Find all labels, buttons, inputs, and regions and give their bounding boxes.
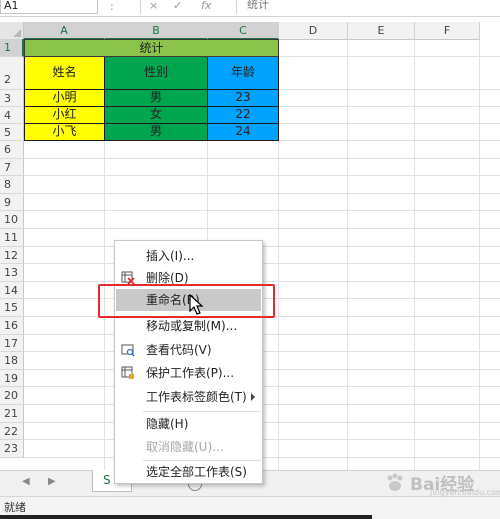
status-text: 就绪 bbox=[4, 501, 26, 514]
table-cell[interactable]: 男 bbox=[105, 90, 208, 107]
menu-item-tab-color[interactable]: 工作表标签颜色(T) bbox=[116, 386, 261, 408]
row-header-7[interactable]: 7 bbox=[0, 158, 24, 177]
menu-item-view-code[interactable]: 查看代码(V) bbox=[116, 339, 261, 361]
row-header-16[interactable]: 16 bbox=[0, 317, 24, 335]
table-cell[interactable]: 女 bbox=[105, 107, 208, 124]
watermark-subtext: jingyan.baidu.com bbox=[430, 488, 500, 497]
header-cell-gender[interactable]: 性别 bbox=[105, 57, 208, 90]
row-header-10[interactable]: 10 bbox=[0, 211, 24, 229]
menu-separator bbox=[143, 411, 261, 412]
row-header-15[interactable]: 15 bbox=[0, 299, 24, 317]
row-header-21[interactable]: 21 bbox=[0, 405, 24, 423]
formula-bar: A1 : × ✓ fx 统计 bbox=[0, 0, 500, 17]
prev-sheet-icon[interactable]: ◀ bbox=[22, 476, 30, 487]
cancel-icon[interactable]: × bbox=[149, 0, 158, 12]
column-header-d[interactable]: D bbox=[279, 22, 348, 40]
menu-item-select-all-sheets[interactable]: 选定全部工作表(S) bbox=[116, 461, 261, 483]
grid-column-line bbox=[479, 40, 480, 470]
grid-row-line bbox=[24, 157, 500, 159]
header-cell-age[interactable]: 年龄 bbox=[208, 57, 279, 90]
row-header-18[interactable]: 18 bbox=[0, 352, 24, 370]
table-cell[interactable]: 小明 bbox=[24, 90, 105, 107]
table-cell[interactable]: 22 bbox=[208, 107, 279, 124]
row-header-8[interactable]: 8 bbox=[0, 176, 24, 194]
grid-column-line bbox=[414, 40, 415, 470]
row-header-2[interactable]: 2 bbox=[0, 57, 24, 90]
submenu-arrow-icon bbox=[251, 393, 255, 401]
grid-row-line bbox=[24, 228, 500, 229]
formula-bar-separator: : bbox=[110, 0, 114, 13]
next-sheet-icon[interactable]: ▶ bbox=[48, 476, 56, 487]
menu-item-insert[interactable]: 插入(I)... bbox=[116, 245, 261, 267]
row-header-14[interactable]: 14 bbox=[0, 281, 24, 300]
table-cell[interactable]: 24 bbox=[208, 124, 279, 141]
grid-row-line bbox=[24, 175, 500, 177]
column-header-e[interactable]: E bbox=[348, 22, 415, 40]
row-header-19[interactable]: 19 bbox=[0, 369, 24, 388]
delete-sheet-icon bbox=[121, 271, 135, 285]
highlight-annotation-box bbox=[98, 284, 275, 318]
paw-logo-icon bbox=[387, 473, 403, 491]
grid-row-line bbox=[24, 192, 500, 194]
row-header-22[interactable]: 22 bbox=[0, 422, 24, 441]
row-header-23[interactable]: 23 bbox=[0, 440, 24, 458]
row-header-1[interactable]: 1 bbox=[0, 39, 24, 57]
name-box[interactable]: A1 bbox=[0, 0, 98, 14]
menu-item-move-copy[interactable]: 移动或复制(M)... bbox=[116, 315, 261, 337]
insert-function-icon[interactable]: fx bbox=[201, 0, 211, 12]
baidu-watermark: Bai经验 jingyan.baidu.com bbox=[384, 468, 500, 500]
row-header-5[interactable]: 5 bbox=[0, 124, 24, 141]
column-header-a[interactable]: A bbox=[24, 22, 105, 40]
menu-item-unhide: 取消隐藏(U)... bbox=[146, 440, 224, 454]
menu-item-hide[interactable]: 隐藏(H) bbox=[116, 413, 261, 435]
formula-input[interactable]: 统计 bbox=[236, 0, 500, 14]
confirm-icon[interactable]: ✓ bbox=[173, 0, 182, 12]
table-cell[interactable]: 小红 bbox=[24, 107, 105, 124]
row-header-9[interactable]: 9 bbox=[0, 193, 24, 212]
row-header-20[interactable]: 20 bbox=[0, 387, 24, 405]
status-bar-strip bbox=[0, 515, 372, 519]
grid-column-line bbox=[347, 40, 348, 470]
protect-sheet-icon bbox=[121, 366, 134, 379]
table-cell[interactable]: 23 bbox=[208, 90, 279, 107]
row-header-13[interactable]: 13 bbox=[0, 264, 24, 282]
column-header-b[interactable]: B bbox=[105, 22, 208, 40]
row-header-4[interactable]: 4 bbox=[0, 107, 24, 124]
table-title-cell[interactable]: 统计 bbox=[24, 39, 279, 57]
table-cell[interactable]: 男 bbox=[105, 124, 208, 141]
formula-bar-buttons: × ✓ fx bbox=[140, 0, 225, 14]
row-header-12[interactable]: 12 bbox=[0, 246, 24, 265]
sheet-context-menu: 插入(I)... 删除(D) 重命名(R) 移动或复制(M)... 查看代码(V… bbox=[114, 240, 263, 484]
table-cell[interactable]: 小飞 bbox=[24, 124, 105, 141]
header-cell-name[interactable]: 姓名 bbox=[24, 57, 105, 90]
view-code-icon bbox=[121, 344, 135, 357]
row-header-17[interactable]: 17 bbox=[0, 334, 24, 353]
row-header-3[interactable]: 3 bbox=[0, 90, 24, 107]
grid-row-line bbox=[24, 210, 500, 212]
column-header-c[interactable]: C bbox=[208, 22, 279, 40]
select-all-button[interactable] bbox=[0, 22, 24, 40]
mouse-cursor-icon bbox=[189, 294, 204, 315]
row-header-6[interactable]: 6 bbox=[0, 141, 24, 159]
column-header-f[interactable]: F bbox=[415, 22, 480, 40]
row-header-11[interactable]: 11 bbox=[0, 229, 24, 247]
menu-item-protect-sheet[interactable]: 保护工作表(P)... bbox=[116, 362, 261, 384]
